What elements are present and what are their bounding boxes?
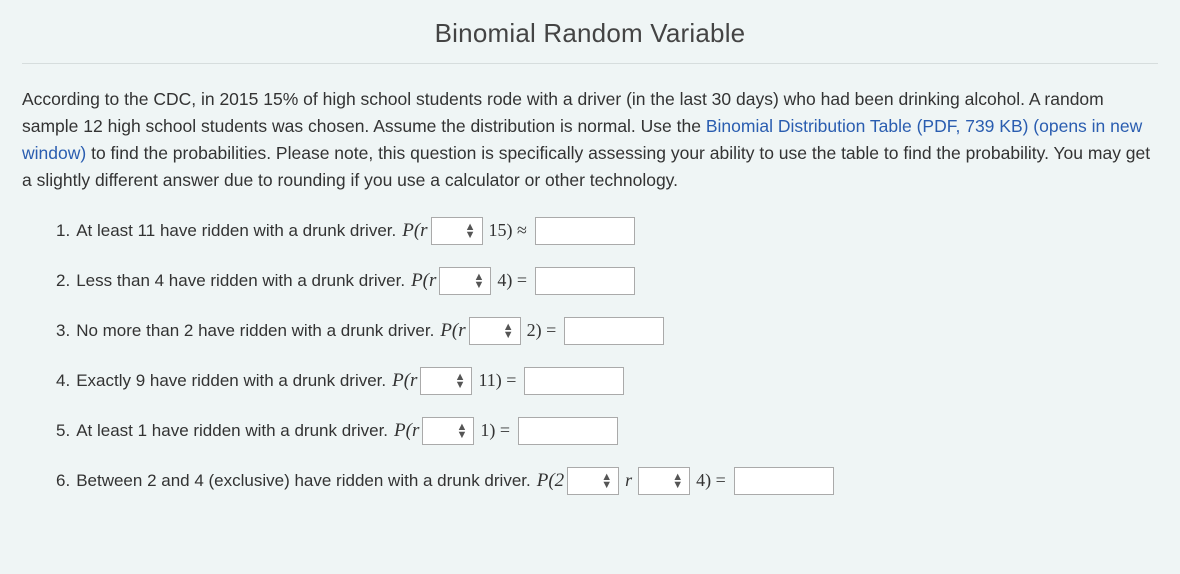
q1-after: 15) ≈: [489, 220, 527, 241]
q6-p-of-2: P(2: [537, 470, 564, 492]
question-2: 2. Less than 4 have ridden with a drunk …: [56, 267, 1158, 295]
q3-operator-select[interactable]: ▲▼: [469, 317, 521, 345]
q6-after: 4) =: [696, 470, 726, 491]
q4-number: 4.: [56, 371, 70, 391]
q4-answer-input[interactable]: [524, 367, 624, 395]
q5-p-of-r: P(r: [394, 420, 419, 442]
q4-text: Exactly 9 have ridden with a drunk drive…: [76, 371, 386, 391]
question-5: 5. At least 1 have ridden with a drunk d…: [56, 417, 1158, 445]
q3-text: No more than 2 have ridden with a drunk …: [76, 321, 434, 341]
q5-answer-input[interactable]: [518, 417, 618, 445]
q1-operator-select[interactable]: ▲▼: [431, 217, 483, 245]
intro-paragraph: According to the CDC, in 2015 15% of hig…: [22, 86, 1158, 195]
title-divider: [22, 63, 1158, 64]
q2-number: 2.: [56, 271, 70, 291]
q2-after: 4) =: [497, 270, 527, 291]
intro-text-part2: to find the probabilities. Please note, …: [22, 143, 1150, 190]
q6-operator-select-right[interactable]: ▲▼: [638, 467, 690, 495]
q1-number: 1.: [56, 221, 70, 241]
q3-answer-input[interactable]: [564, 317, 664, 345]
q4-operator-select[interactable]: ▲▼: [420, 367, 472, 395]
q6-operator-select-left[interactable]: ▲▼: [567, 467, 619, 495]
q2-answer-input[interactable]: [535, 267, 635, 295]
updown-icon: ▲▼: [503, 323, 514, 339]
q3-p-of-r: P(r: [440, 320, 465, 342]
question-3: 3. No more than 2 have ridden with a dru…: [56, 317, 1158, 345]
updown-icon: ▲▼: [465, 223, 476, 239]
updown-icon: ▲▼: [601, 473, 612, 489]
q6-number: 6.: [56, 471, 70, 491]
updown-icon: ▲▼: [456, 423, 467, 439]
q5-text: At least 1 have ridden with a drunk driv…: [76, 421, 388, 441]
q5-number: 5.: [56, 421, 70, 441]
question-6: 6. Between 2 and 4 (exclusive) have ridd…: [56, 467, 1158, 495]
q6-answer-input[interactable]: [734, 467, 834, 495]
questions-container: 1. At least 11 have ridden with a drunk …: [56, 217, 1158, 495]
updown-icon: ▲▼: [672, 473, 683, 489]
page-title: Binomial Random Variable: [22, 18, 1158, 49]
q6-text: Between 2 and 4 (exclusive) have ridden …: [76, 471, 531, 491]
q6-variable-r: r: [625, 470, 632, 491]
q5-operator-select[interactable]: ▲▼: [422, 417, 474, 445]
q4-after: 11) =: [478, 370, 516, 391]
q1-text: At least 11 have ridden with a drunk dri…: [76, 221, 396, 241]
question-1: 1. At least 11 have ridden with a drunk …: [56, 217, 1158, 245]
q1-p-of-r: P(r: [402, 220, 427, 242]
q3-after: 2) =: [527, 320, 557, 341]
updown-icon: ▲▼: [455, 373, 466, 389]
updown-icon: ▲▼: [474, 273, 485, 289]
q5-after: 1) =: [480, 420, 510, 441]
q2-text: Less than 4 have ridden with a drunk dri…: [76, 271, 405, 291]
q3-number: 3.: [56, 321, 70, 341]
q1-answer-input[interactable]: [535, 217, 635, 245]
q2-p-of-r: P(r: [411, 270, 436, 292]
q4-p-of-r: P(r: [392, 370, 417, 392]
question-4: 4. Exactly 9 have ridden with a drunk dr…: [56, 367, 1158, 395]
q2-operator-select[interactable]: ▲▼: [439, 267, 491, 295]
